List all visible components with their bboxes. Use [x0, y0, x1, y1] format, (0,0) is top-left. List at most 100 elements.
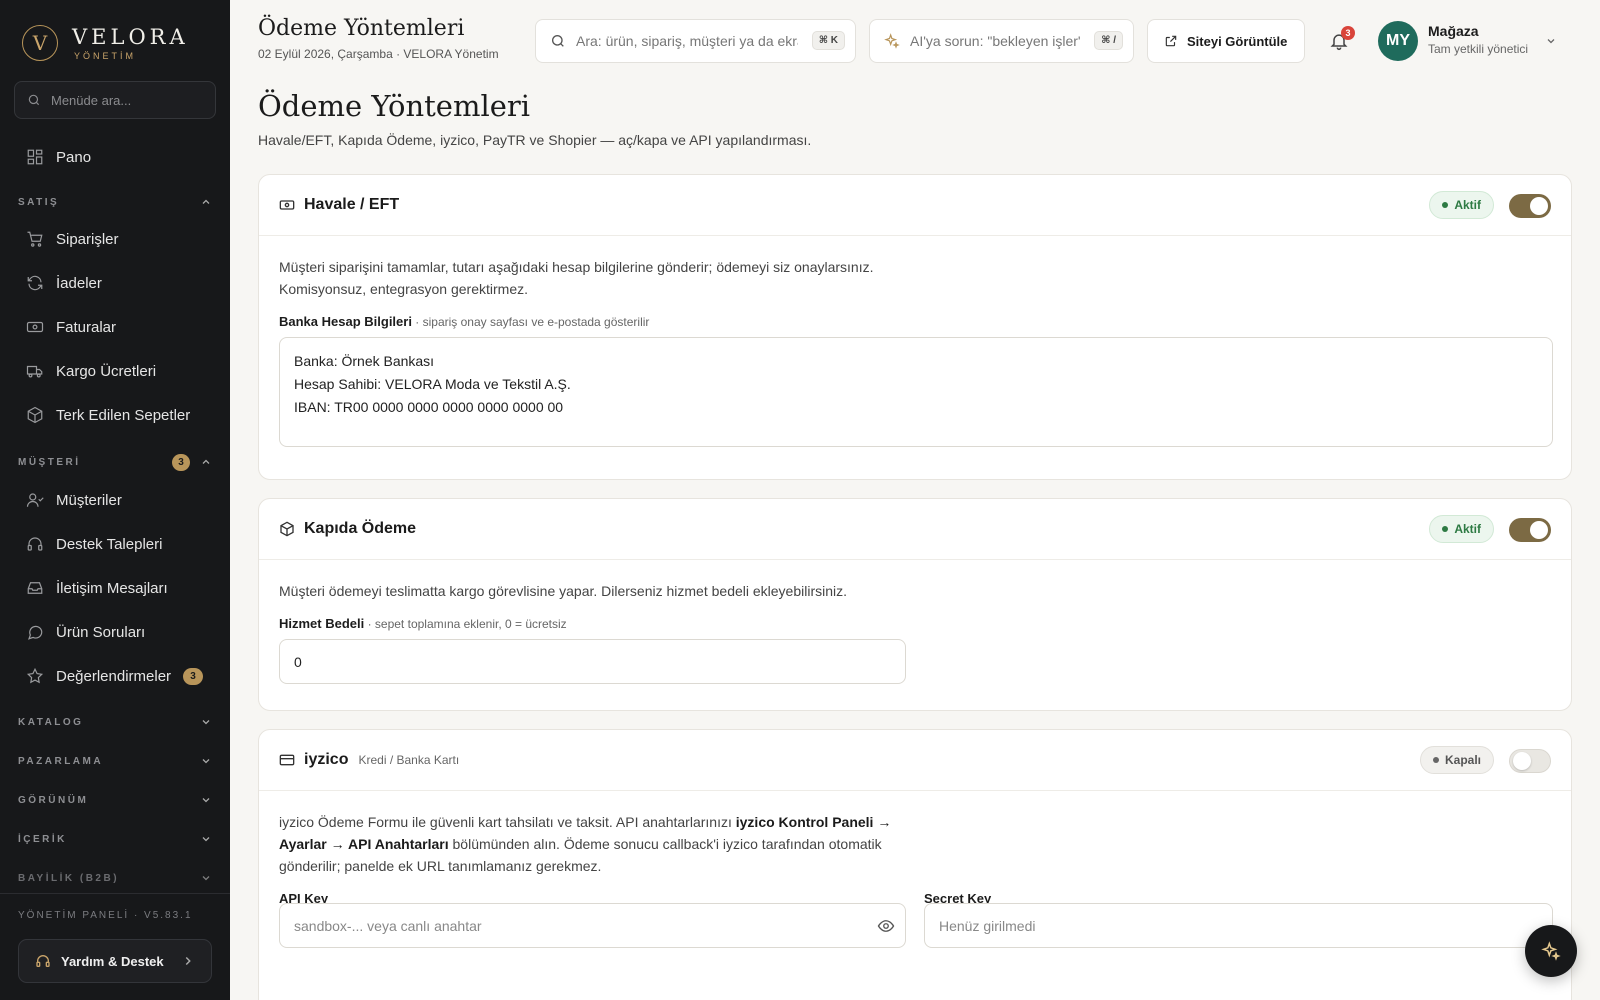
nav-group-sales[interactable]: SATIŞ: [18, 192, 212, 212]
nav-group-label: MÜŞTERİ: [18, 456, 81, 468]
chevron-down-icon: [202, 720, 210, 725]
eft-toggle[interactable]: [1509, 194, 1551, 218]
status-badge: Aktif: [1429, 191, 1494, 219]
sidebar-item-dashboard[interactable]: Pano: [14, 139, 216, 175]
sidebar-item-messages[interactable]: İletişim Mesajları: [14, 570, 216, 606]
chevron-down-icon: [202, 798, 210, 803]
app-version: YÖNETİM PANELİ · V5.83.1: [18, 910, 193, 921]
nav-group-dealer[interactable]: BAYİLİK (B2B): [18, 868, 212, 888]
sidebar-item-support[interactable]: Destek Talepleri: [14, 526, 216, 562]
sidebar-item-customers[interactable]: Müşteriler: [14, 482, 216, 518]
page-title: Ödeme Yöntemleri: [258, 89, 531, 123]
chevron-down-icon: [202, 837, 210, 842]
inbox-icon: [27, 582, 43, 594]
nav-group-appearance[interactable]: GÖRÜNÜM: [18, 790, 212, 810]
sidebar-item-label: Kargo Ücretleri: [56, 362, 157, 380]
search-icon: [552, 35, 564, 47]
sidebar-item-invoices[interactable]: Faturalar: [14, 309, 216, 345]
bank-info-hint: · sipariş onay sayfası ve e-postada göst…: [411, 315, 650, 329]
chevron-up-icon: [202, 199, 210, 204]
chat-bubble-icon: [28, 625, 43, 640]
eye-icon[interactable]: [877, 917, 895, 935]
cart-icon: [27, 231, 43, 247]
status-label: Aktif: [1454, 198, 1481, 212]
sidebar-search-input[interactable]: [51, 92, 191, 108]
iyzico-toggle[interactable]: [1509, 749, 1551, 773]
sparkle-icon: [1541, 941, 1561, 961]
sidebar-item-label: Destek Talepleri: [56, 535, 163, 553]
user-icon: [26, 493, 44, 507]
ai-assistant-search[interactable]: ⌘ /: [869, 19, 1134, 63]
chevron-down-icon[interactable]: [1545, 35, 1557, 47]
nav-group-label: GÖRÜNÜM: [18, 794, 89, 806]
chevron-up-icon: [202, 459, 210, 464]
nav-group-catalog[interactable]: KATALOG: [18, 712, 212, 732]
nav-group-label: BAYİLİK (B2B): [18, 872, 120, 884]
help-support-button[interactable]: Yardım & Destek: [18, 939, 212, 983]
global-search[interactable]: ⌘ K: [535, 19, 856, 63]
ai-shortcut: ⌘ /: [1094, 31, 1123, 50]
sidebar-item-label: Müşteriler: [56, 491, 122, 509]
box-icon: [280, 521, 294, 537]
api-key-input[interactable]: [279, 903, 906, 948]
brand-logo[interactable]: V VELORA YÖNETİM: [22, 25, 189, 61]
eft-title: Havale / EFT: [304, 196, 400, 213]
sidebar: V VELORA YÖNETİM Pano SATIŞ Siparişler İ…: [0, 0, 230, 1000]
ai-assistant-fab[interactable]: [1525, 925, 1577, 977]
cod-toggle[interactable]: [1509, 518, 1551, 542]
ai-assistant-input[interactable]: [910, 33, 1080, 49]
bank-info-label: Banka Hesap Bilgileri · sipariş onay say…: [279, 314, 650, 329]
brand-mark: V: [22, 25, 58, 61]
sidebar-divider: [0, 893, 230, 894]
sparkle-icon: [884, 33, 900, 49]
view-site-label: Siteyi Görüntüle: [1187, 33, 1288, 49]
header-title: Ödeme Yöntemleri: [258, 16, 465, 41]
sidebar-search[interactable]: [14, 81, 216, 119]
eft-description: Müşteri siparişini tamamlar, tutarı aşağ…: [279, 259, 874, 297]
global-search-input[interactable]: [576, 33, 798, 49]
page-subtitle: Havale/EFT, Kapıda Ödeme, iyzico, PayTR …: [258, 132, 812, 148]
reviews-badge: 3: [183, 667, 204, 685]
help-support-label: Yardım & Destek: [61, 953, 164, 969]
status-badge: Kapalı: [1419, 746, 1494, 774]
search-shortcut: ⌘ K: [811, 31, 845, 50]
service-fee-input[interactable]: [279, 639, 906, 684]
eft-card: Havale / EFT Aktif Müşteri siparişini ta…: [258, 174, 1572, 480]
sidebar-item-abandoned-carts[interactable]: Terk Edilen Sepetler: [14, 397, 216, 433]
cod-card-header: Kapıda Ödeme Aktif: [259, 499, 1571, 560]
secret-key-input[interactable]: [924, 903, 1553, 948]
user-name[interactable]: Mağaza: [1428, 23, 1479, 39]
sidebar-item-reviews[interactable]: Değerlendirmeler 3: [14, 658, 216, 694]
sidebar-item-label: İadeler: [56, 274, 102, 292]
nav-group-label: KATALOG: [18, 716, 84, 728]
sidebar-item-label: Terk Edilen Sepetler: [56, 406, 191, 424]
iyzico-description: iyzico Ödeme Formu ile güvenli kart tahs…: [279, 814, 892, 874]
service-fee-hint: · sepet toplamına eklenir, 0 = ücretsiz: [364, 617, 567, 631]
chevron-down-icon: [202, 876, 210, 881]
sidebar-item-returns[interactable]: İadeler: [14, 265, 216, 301]
headset-icon: [36, 955, 50, 967]
nav-group-marketing[interactable]: PAZARLAMA: [18, 751, 212, 771]
nav-group-content[interactable]: İÇERİK: [18, 829, 212, 849]
iyzico-card-header: iyzico Kredi / Banka Kartı Kapalı: [259, 730, 1571, 791]
sidebar-item-shipping[interactable]: Kargo Ücretleri: [14, 353, 216, 389]
status-badge: Aktif: [1429, 515, 1494, 543]
nav-group-customer[interactable]: MÜŞTERİ 3: [18, 452, 212, 472]
nav-group-label: PAZARLAMA: [18, 755, 104, 767]
sidebar-item-orders[interactable]: Siparişler: [14, 221, 216, 257]
bank-info-textarea[interactable]: Banka: Örnek Bankası Hesap Sahibi: VELOR…: [279, 337, 1553, 447]
eft-card-header: Havale / EFT Aktif: [259, 175, 1571, 236]
avatar[interactable]: MY: [1378, 21, 1418, 61]
service-fee-label: Hizmet Bedeli · sepet toplamına eklenir,…: [279, 616, 567, 631]
sidebar-item-label: Faturalar: [56, 318, 117, 336]
sidebar-item-questions[interactable]: Ürün Soruları: [14, 614, 216, 650]
grid-icon: [27, 149, 43, 165]
iyzico-title: iyzico: [304, 751, 349, 768]
banknote-icon: [279, 200, 295, 210]
iyzico-tag: Kredi / Banka Kartı: [358, 753, 460, 767]
truck-icon: [26, 365, 43, 378]
search-icon: [28, 94, 40, 106]
sidebar-item-label: Ürün Soruları: [56, 623, 146, 641]
view-site-button[interactable]: Siteyi Görüntüle: [1147, 19, 1305, 63]
brand-name: VELORA: [72, 24, 189, 49]
